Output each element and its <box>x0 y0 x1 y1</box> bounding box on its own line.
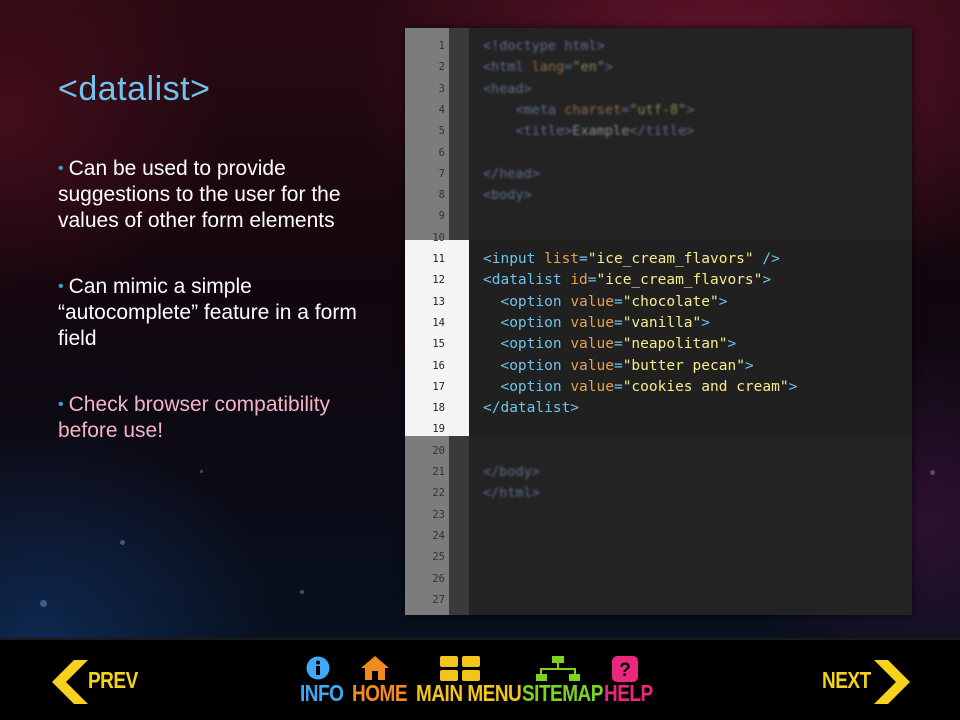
sparkle <box>120 540 125 545</box>
question-mark-icon: ? <box>612 656 638 682</box>
code-line: 23 <box>432 508 445 521</box>
help-label: HELP <box>604 681 653 707</box>
sitemap-label: SITEMAP <box>522 681 603 707</box>
sparkle <box>930 470 935 475</box>
code-line: 5 <title>Example</title> <box>438 123 695 140</box>
svg-text:?: ? <box>619 660 631 681</box>
chevron-right-icon <box>874 660 910 704</box>
home-label: HOME <box>352 681 408 707</box>
code-line: 18 </datalist> <box>432 400 580 417</box>
code-line: 24 <box>432 529 445 542</box>
prev-label: PREV <box>88 668 138 694</box>
main-menu-button[interactable]: MAIN MENU <box>416 656 522 712</box>
sitemap-button[interactable]: SITEMAP <box>522 656 603 712</box>
bullet-text: Can be used to provide suggestions to th… <box>58 157 341 232</box>
bullet-dot-icon: • <box>58 396 64 413</box>
bottom-navigation-bar: PREV INFO HOME MAIN MENU SITEMAP ? HELP … <box>0 638 960 720</box>
bullet-list: • Can be used to provide suggestions to t… <box>58 156 358 484</box>
code-line: 21 </body> <box>432 464 540 480</box>
code-line: 11 <input list="ice_cream_flavors" /> <box>432 251 780 267</box>
info-icon <box>306 656 330 680</box>
sparkle <box>40 600 47 607</box>
sparkle <box>300 590 304 594</box>
code-line: 12 <datalist id="ice_cream_flavors"> <box>432 272 772 289</box>
code-line: 13 <option value="chocolate"> <box>432 293 728 310</box>
prev-button[interactable]: PREV <box>52 660 144 708</box>
bullet-dot-icon: • <box>58 278 64 295</box>
help-button[interactable]: ? HELP <box>604 656 653 712</box>
bullet-text: Check browser compatibility before use! <box>58 393 331 442</box>
code-line: 20 <box>432 444 445 457</box>
bullet-item: • Can mimic a simple “autocomplete” featu… <box>58 274 358 352</box>
code-line: 19 <box>432 423 445 436</box>
bullet-dot-icon: • <box>58 160 64 177</box>
code-line: 17 <option value="cookies and cream"> <box>432 378 798 395</box>
bullet-text: Can mimic a simple “autocomplete” featur… <box>58 275 357 350</box>
code-line: 22 </html> <box>432 485 540 502</box>
code-line: 4 <meta charset="utf-8"> <box>438 101 695 118</box>
info-button[interactable]: INFO <box>300 656 344 712</box>
code-line: 10 <box>432 231 445 244</box>
code-line: 2 <html lang="en"> <box>438 59 614 76</box>
code-line: 26 <box>432 572 445 585</box>
next-button[interactable]: NEXT <box>822 660 912 708</box>
bullet-item-warning: • Check browser compatibility before use! <box>58 392 358 444</box>
code-line: 14 <option value="vanilla"> <box>432 314 711 331</box>
code-line: 6 <box>438 146 445 159</box>
code-line: 3 <head> <box>438 80 532 97</box>
bullet-item: • Can be used to provide suggestions to t… <box>58 156 358 234</box>
info-label: INFO <box>300 681 344 707</box>
chevron-left-icon <box>52 660 88 704</box>
code-line: 8 <body> <box>438 187 532 204</box>
code-line: 25 <box>432 551 445 564</box>
sitemap-icon <box>536 656 580 681</box>
grid-menu-icon <box>440 656 480 681</box>
code-line: 16 <option value="butter pecan"> <box>432 357 754 374</box>
code-line: 9 <box>438 210 445 223</box>
home-button[interactable]: HOME <box>352 656 408 712</box>
next-label: NEXT <box>822 668 871 694</box>
code-line: 15 <option value="neapolitan"> <box>432 336 737 353</box>
slide-title: <datalist> <box>58 70 211 108</box>
code-line: 1 <!doctype html> <box>438 38 605 54</box>
code-editor-screenshot: 1 <!doctype html> 2 <html lang="en"> 3 <hea… <box>405 28 912 615</box>
main-menu-label: MAIN MENU <box>416 681 522 707</box>
house-icon <box>361 656 389 680</box>
code-line: 27 <box>432 593 445 606</box>
code-line: 7 </head> <box>438 165 540 182</box>
